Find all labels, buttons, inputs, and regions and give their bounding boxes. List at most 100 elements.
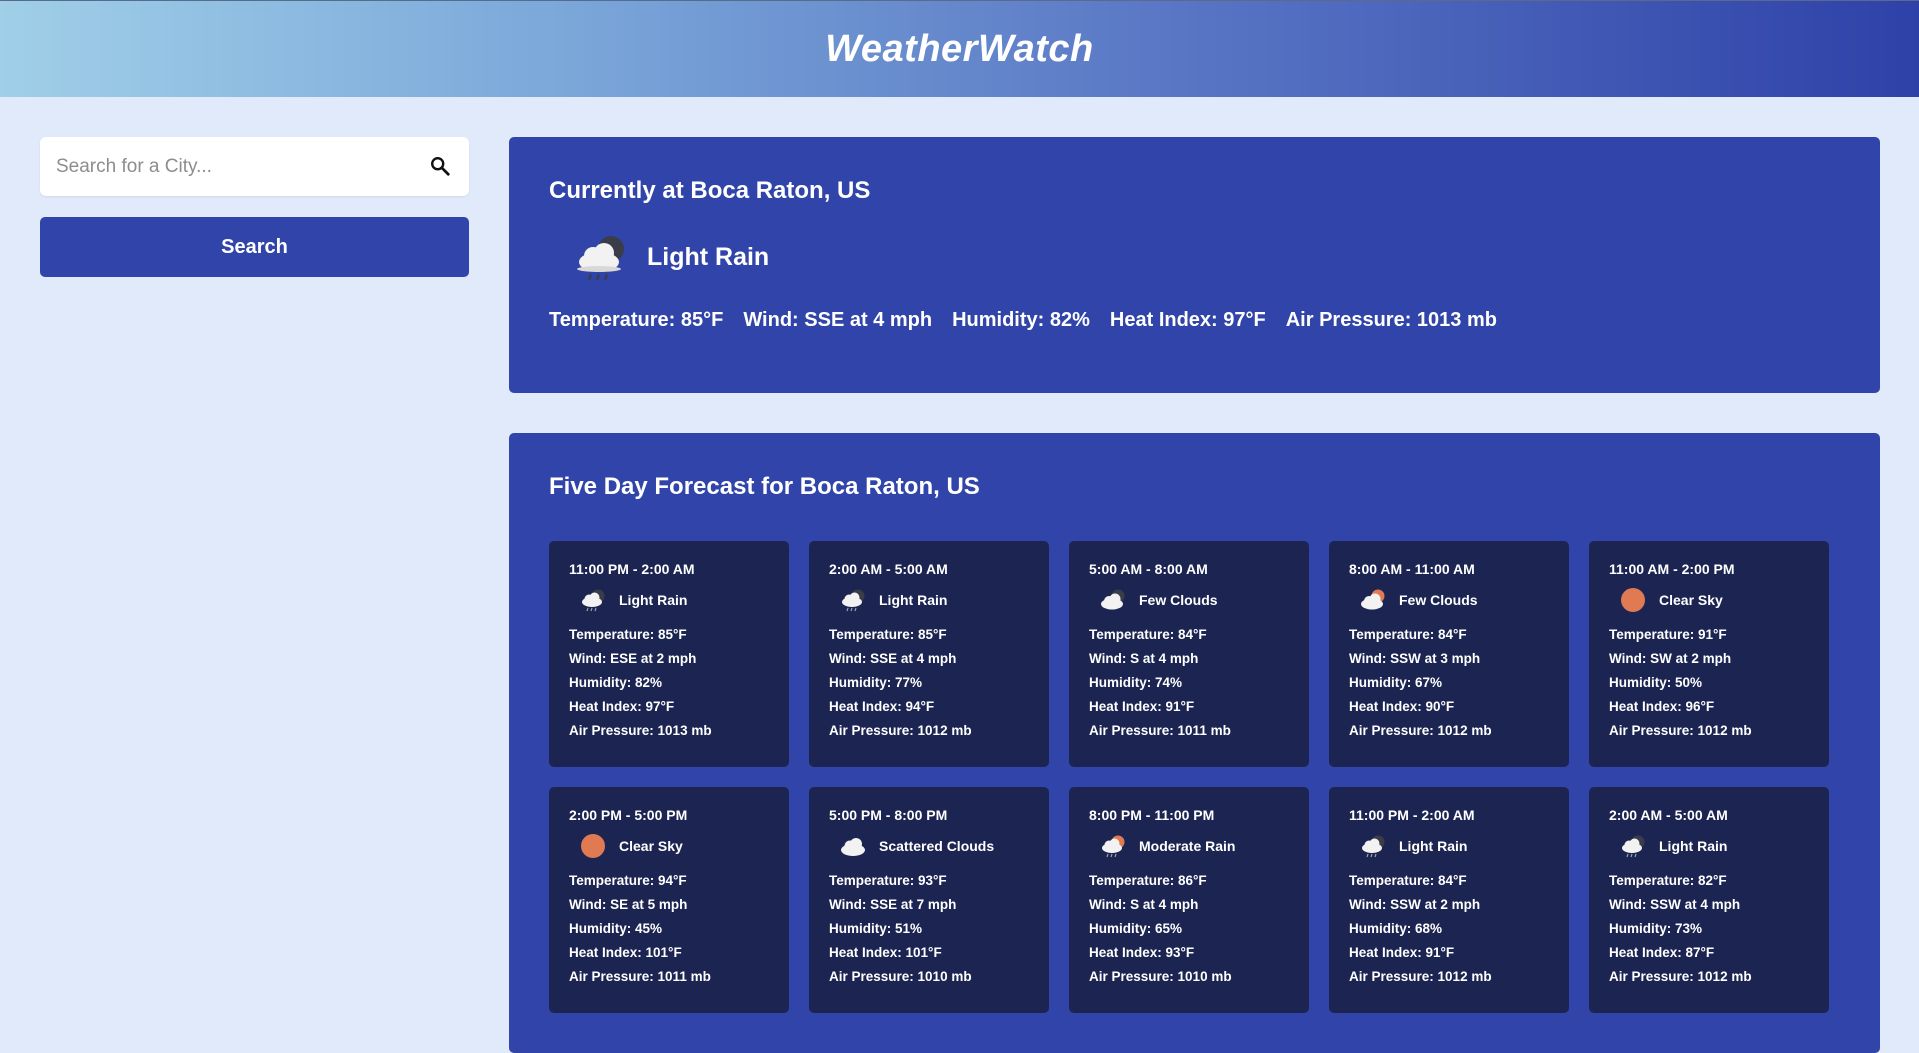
forecast-temperature: Temperature: 85°F — [829, 627, 947, 642]
forecast-stats: Temperature: 84°F Wind: SSW at 2 mph Hum… — [1349, 869, 1549, 989]
forecast-heat-index: Heat Index: 96°F — [1609, 699, 1715, 714]
forecast-humidity: Humidity: 65% — [1089, 921, 1183, 936]
forecast-time: 11:00 AM - 2:00 PM — [1609, 561, 1735, 577]
forecast-condition: Scattered Clouds — [829, 833, 1029, 859]
forecast-heat-index: Heat Index: 91°F — [1349, 945, 1455, 960]
forecast-stats: Temperature: 94°F Wind: SE at 5 mph Humi… — [569, 869, 769, 989]
forecast-pressure: Air Pressure: 1013 mb — [569, 723, 712, 738]
forecast-card: 11:00 PM - 2:00 AM Light Rain Temperatur… — [549, 541, 789, 767]
forecast-temperature: Temperature: 82°F — [1609, 873, 1727, 888]
forecast-card: 11:00 PM - 2:00 AM Light Rain Temperatur… — [1329, 787, 1569, 1013]
forecast-panel: Five Day Forecast for Boca Raton, US 11:… — [509, 433, 1880, 1053]
forecast-condition-label: Moderate Rain — [1139, 838, 1236, 854]
forecast-heat-index: Heat Index: 93°F — [1089, 945, 1195, 960]
cloud-icon — [841, 838, 865, 856]
forecast-card: 11:00 AM - 2:00 PM Clear Sky Temperature… — [1589, 541, 1829, 767]
forecast-condition: Moderate Rain — [1089, 833, 1289, 859]
current-title: Currently at Boca Raton, US — [549, 177, 871, 204]
forecast-humidity: Humidity: 68% — [1349, 921, 1443, 936]
forecast-heat-index: Heat Index: 94°F — [829, 699, 935, 714]
sun-icon — [1621, 588, 1645, 612]
forecast-temperature: Temperature: 93°F — [829, 873, 947, 888]
forecast-wind: Wind: SSW at 2 mph — [1349, 897, 1481, 912]
forecast-grid: 11:00 PM - 2:00 AM Light Rain Temperatur… — [549, 541, 1840, 1013]
forecast-temperature: Temperature: 91°F — [1609, 627, 1727, 642]
forecast-time: 11:00 PM - 2:00 AM — [569, 561, 695, 577]
search-icon[interactable] — [429, 155, 451, 177]
forecast-pressure: Air Pressure: 1010 mb — [1089, 969, 1232, 984]
forecast-condition: Light Rain — [1609, 833, 1809, 859]
current-stats: Temperature: 85°F Wind: SSE at 4 mph Hum… — [549, 309, 1840, 332]
forecast-wind: Wind: SSW at 3 mph — [1349, 651, 1481, 666]
current-heat-index: Heat Index: 97°F — [1109, 309, 1266, 331]
forecast-time: 11:00 PM - 2:00 AM — [1349, 807, 1475, 823]
current-humidity: Humidity: 82% — [952, 309, 1090, 331]
forecast-pressure: Air Pressure: 1012 mb — [1609, 723, 1752, 738]
forecast-pressure: Air Pressure: 1012 mb — [1609, 969, 1752, 984]
cloud-rain-night-icon — [577, 236, 624, 281]
forecast-condition: Clear Sky — [569, 833, 769, 859]
forecast-time: 2:00 AM - 5:00 AM — [829, 561, 948, 577]
current-pressure: Air Pressure: 1013 mb — [1285, 309, 1497, 331]
forecast-wind: Wind: S at 4 mph — [1089, 651, 1199, 666]
forecast-pressure: Air Pressure: 1011 mb — [569, 969, 711, 984]
forecast-heat-index: Heat Index: 90°F — [1349, 699, 1455, 714]
forecast-card: 8:00 AM - 11:00 AM Few Clouds Temperatur… — [1329, 541, 1569, 767]
forecast-heat-index: Heat Index: 101°F — [829, 945, 942, 960]
forecast-humidity: Humidity: 67% — [1349, 675, 1443, 690]
forecast-time: 2:00 AM - 5:00 AM — [1609, 807, 1728, 823]
forecast-temperature: Temperature: 84°F — [1349, 873, 1467, 888]
forecast-pressure: Air Pressure: 1012 mb — [829, 723, 972, 738]
forecast-time: 8:00 PM - 11:00 PM — [1089, 807, 1215, 823]
forecast-stats: Temperature: 85°F Wind: ESE at 2 mph Hum… — [569, 623, 769, 743]
forecast-card: 2:00 PM - 5:00 PM Clear Sky Temperature:… — [549, 787, 789, 1013]
forecast-humidity: Humidity: 74% — [1089, 675, 1183, 690]
app-header: WeatherWatch — [0, 0, 1919, 97]
app-title: WeatherWatch — [825, 27, 1094, 70]
forecast-pressure: Air Pressure: 1011 mb — [1089, 723, 1231, 738]
forecast-temperature: Temperature: 94°F — [569, 873, 687, 888]
forecast-pressure: Air Pressure: 1012 mb — [1349, 969, 1492, 984]
forecast-humidity: Humidity: 73% — [1609, 921, 1703, 936]
forecast-wind: Wind: ESE at 2 mph — [569, 651, 697, 666]
forecast-card: 5:00 PM - 8:00 PM Scattered Clouds Tempe… — [809, 787, 1049, 1013]
current-condition: Light Rain — [549, 227, 1840, 287]
forecast-card: 5:00 AM - 8:00 AM Few Clouds Temperature… — [1069, 541, 1309, 767]
forecast-stats: Temperature: 82°F Wind: SSW at 4 mph Hum… — [1609, 869, 1809, 989]
cloud-rain-night-icon — [842, 589, 865, 612]
forecast-temperature: Temperature: 84°F — [1349, 627, 1467, 642]
forecast-humidity: Humidity: 82% — [569, 675, 663, 690]
forecast-pressure: Air Pressure: 1012 mb — [1349, 723, 1492, 738]
forecast-condition: Few Clouds — [1349, 587, 1549, 613]
forecast-temperature: Temperature: 85°F — [569, 627, 687, 642]
forecast-wind: Wind: SSW at 4 mph — [1609, 897, 1741, 912]
forecast-stats: Temperature: 84°F Wind: S at 4 mph Humid… — [1089, 623, 1289, 743]
search-input[interactable] — [40, 137, 469, 196]
cloud-rain-night-icon — [1622, 835, 1645, 858]
forecast-condition: Light Rain — [569, 587, 769, 613]
forecast-condition: Few Clouds — [1089, 587, 1289, 613]
forecast-condition-label: Scattered Clouds — [879, 838, 995, 854]
forecast-condition: Clear Sky — [1609, 587, 1809, 613]
current-weather-panel: Currently at Boca Raton, US Light Rain T… — [509, 137, 1880, 393]
forecast-wind: Wind: SE at 5 mph — [569, 897, 688, 912]
forecast-stats: Temperature: 85°F Wind: SSE at 4 mph Hum… — [829, 623, 1029, 743]
cloud-rain-sun-icon — [1102, 835, 1125, 858]
forecast-time: 5:00 PM - 8:00 PM — [829, 807, 948, 823]
forecast-stats: Temperature: 93°F Wind: SSE at 7 mph Hum… — [829, 869, 1029, 989]
forecast-condition-label: Light Rain — [619, 592, 688, 608]
forecast-card: 2:00 AM - 5:00 AM Light Rain Temperature… — [809, 541, 1049, 767]
forecast-time: 8:00 AM - 11:00 AM — [1349, 561, 1475, 577]
current-temperature: Temperature: 85°F — [549, 309, 724, 331]
forecast-humidity: Humidity: 77% — [829, 675, 923, 690]
forecast-condition-label: Clear Sky — [1659, 592, 1723, 608]
forecast-wind: Wind: SSE at 7 mph — [829, 897, 957, 912]
forecast-heat-index: Heat Index: 87°F — [1609, 945, 1715, 960]
cloud-sun-icon — [1361, 589, 1385, 610]
forecast-temperature: Temperature: 86°F — [1089, 873, 1207, 888]
forecast-condition-label: Clear Sky — [619, 838, 683, 854]
forecast-humidity: Humidity: 51% — [829, 921, 923, 936]
search-button[interactable]: Search — [40, 217, 469, 277]
forecast-pressure: Air Pressure: 1010 mb — [829, 969, 972, 984]
forecast-card: 2:00 AM - 5:00 AM Light Rain Temperature… — [1589, 787, 1829, 1013]
